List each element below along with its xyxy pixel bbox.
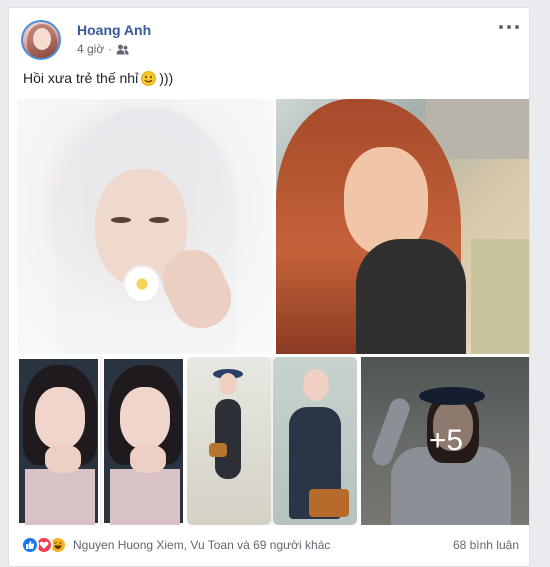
dot bbox=[499, 25, 503, 29]
flower-shape bbox=[125, 267, 159, 301]
comments-count[interactable]: 68 bình luận bbox=[453, 538, 519, 552]
meta-separator: · bbox=[108, 42, 113, 56]
post-footer: Nguyen Huong Xiem, Vu Toan và 69 người k… bbox=[9, 530, 529, 560]
post-text-body: Hồi xưa trẻ thế nhỉ bbox=[23, 70, 139, 86]
body-shape bbox=[215, 399, 241, 479]
hand-shape bbox=[45, 445, 81, 473]
friends-icon[interactable] bbox=[116, 44, 129, 55]
photo-1[interactable] bbox=[17, 99, 273, 354]
reaction-names[interactable]: Nguyen Huong Xiem, Vu Toan và 69 người k… bbox=[73, 538, 330, 552]
bag-shape bbox=[309, 489, 349, 517]
photo-frame-right bbox=[102, 357, 185, 525]
post-text-suffix: ))) bbox=[159, 70, 174, 86]
shirt-shape bbox=[25, 469, 95, 525]
scarf-shape bbox=[356, 239, 466, 354]
photo-panel-right bbox=[273, 357, 357, 525]
like-icon bbox=[21, 536, 39, 554]
more-photos-count[interactable]: +5 bbox=[361, 357, 529, 525]
dot bbox=[507, 25, 511, 29]
post-time[interactable]: 4 giờ bbox=[77, 42, 104, 56]
photo-3[interactable] bbox=[17, 357, 185, 525]
photo-panel-left bbox=[187, 357, 271, 525]
eye-shape bbox=[111, 217, 131, 223]
photo-5-more[interactable]: +5 bbox=[361, 357, 529, 525]
bag-shape bbox=[209, 443, 227, 457]
head-shape bbox=[219, 373, 237, 395]
smile-icon bbox=[141, 70, 157, 86]
grass-shape bbox=[471, 239, 529, 354]
hand-shape bbox=[130, 445, 166, 473]
eye-shape bbox=[149, 217, 169, 223]
post-card: Hoang Anh 4 giờ · Hồi xưa trẻ thế nhỉ))… bbox=[8, 7, 530, 567]
face-shape bbox=[35, 387, 85, 449]
shirt-shape bbox=[110, 469, 180, 525]
reaction-icons[interactable] bbox=[21, 536, 67, 554]
author-name[interactable]: Hoang Anh bbox=[77, 22, 151, 38]
dot bbox=[515, 25, 519, 29]
author-avatar[interactable] bbox=[21, 20, 61, 60]
head-shape bbox=[303, 369, 329, 401]
photo-4[interactable] bbox=[187, 357, 357, 525]
photo-2[interactable] bbox=[276, 99, 529, 354]
photo-frame-left bbox=[17, 357, 100, 525]
avatar-face bbox=[33, 28, 51, 50]
post-text: Hồi xưa trẻ thế nhỉ ))) bbox=[23, 70, 173, 86]
face-shape bbox=[120, 387, 170, 449]
post-meta: 4 giờ · bbox=[77, 42, 129, 56]
more-options-icon[interactable] bbox=[499, 20, 519, 34]
